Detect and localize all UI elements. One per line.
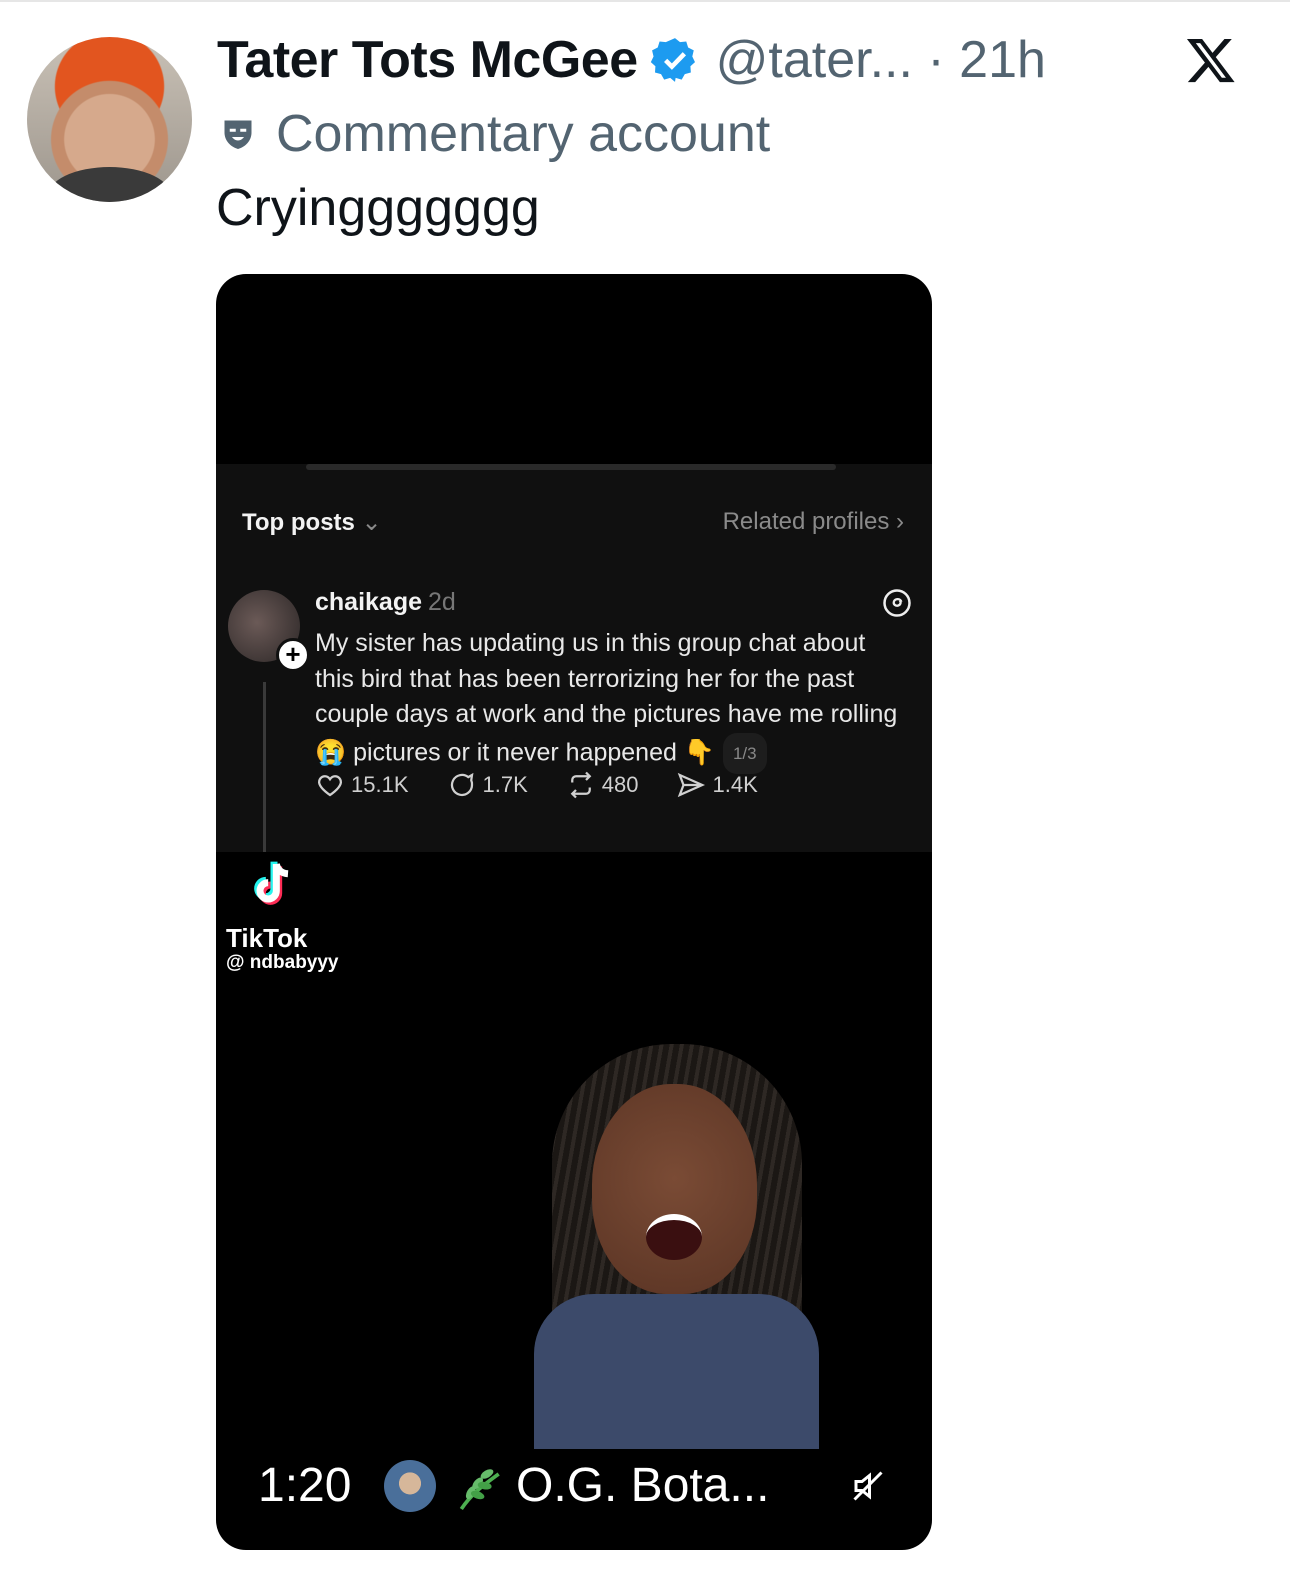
video-player[interactable]: Top posts ⌄ Related profiles › + chaikag… [216,274,932,1550]
tiktok-watermark: TikTok @ ndbabyyy [226,856,339,974]
pager: 1/3 [722,732,767,774]
threads-logo-icon [883,589,911,617]
mask-icon [224,120,252,149]
threads-screenshot: Top posts ⌄ Related profiles › + chaikag… [216,464,932,852]
thread-time: 2d [428,588,456,616]
tweet-text: Cryinggggggg [216,179,540,237]
tiktok-username: @ ndbabyyy [226,952,339,973]
tweet-header: Tater Tots McGee @tater... · 21h [217,28,1046,92]
tiktok-logo-icon [254,861,289,905]
handle-and-time[interactable]: @tater... · 21h [716,30,1046,90]
heart-icon [318,775,342,797]
repost-stat: 480 [566,770,638,800]
herb-icon [459,1469,500,1511]
thread-username: chaikage 2d [315,588,456,616]
author-avatar[interactable] [27,37,192,202]
verified-badge-icon[interactable] [650,35,700,85]
thread-actions: 15.1K 1.7K 480 1.4K [315,770,796,800]
like-stat: 15.1K [315,770,409,800]
tiktok-brand: TikTok [226,923,308,953]
video-duration: 1:20 [258,1458,352,1512]
thread-line [263,682,266,852]
top-divider [0,0,1290,2]
thread-body: My sister has updating us in this group … [315,626,905,774]
account-label: Commentary account [220,102,770,166]
video-overlay-bar: 1:20 O.G. Bota... [216,1450,932,1520]
reply-stat: 1.7K [447,770,528,800]
display-name[interactable]: Tater Tots McGee [217,30,638,90]
related-profiles-link: Related profiles › [722,508,904,535]
comment-icon [450,772,473,797]
channel-avatar[interactable] [384,1460,436,1512]
video-person [534,1044,819,1449]
share-stat: 1.4K [676,770,758,800]
mute-icon[interactable] [850,1468,886,1504]
label-text: Commentary account [276,105,771,163]
top-posts-tab: Top posts ⌄ [242,509,382,536]
follow-plus-icon: + [276,638,310,672]
x-logo-icon [1186,38,1235,83]
sheet-handle [306,464,836,470]
repost-icon [570,771,592,799]
send-icon [678,772,706,798]
channel-name[interactable]: O.G. Bota... [516,1458,769,1513]
